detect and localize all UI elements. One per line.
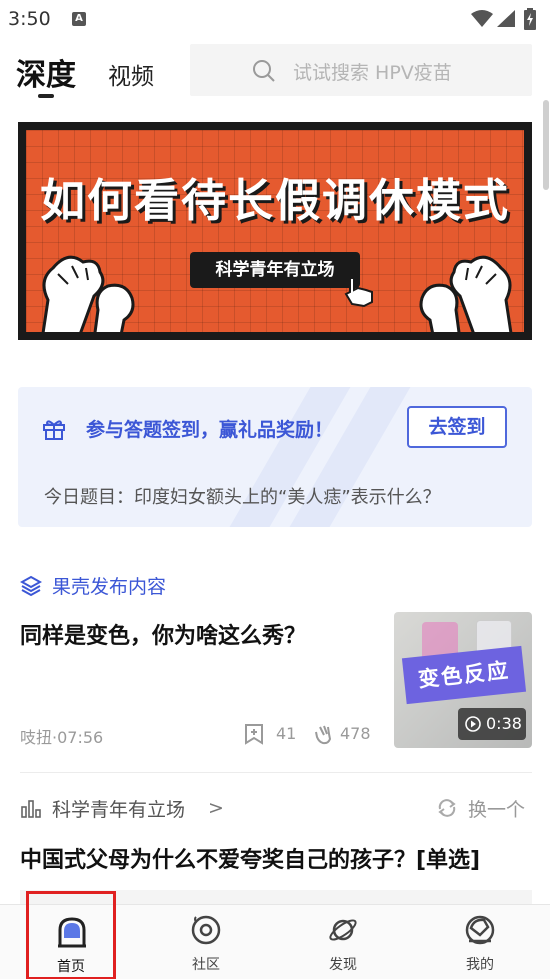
- bottom-navigation: 首页 社区 发现 我的: [0, 891, 550, 979]
- nav-item-profile[interactable]: 我的: [437, 905, 523, 979]
- article-author-time: 吱扭·07:56: [20, 728, 104, 747]
- bar-chart-icon: [21, 800, 41, 818]
- scrollbar[interactable]: [543, 100, 549, 190]
- battery-icon: [524, 8, 536, 30]
- notification-a-icon: A: [72, 12, 86, 26]
- layers-icon: [20, 575, 42, 597]
- nav-label-discover: 发现: [329, 957, 357, 973]
- poll-title[interactable]: 中国式父母为什么不爱夸奖自己的孩子？[单选]: [20, 842, 480, 874]
- discover-planet-icon: [329, 919, 357, 941]
- nav-label-profile: 我的: [466, 957, 494, 973]
- nav-item-community[interactable]: 社区: [163, 905, 249, 979]
- status-time: 3:50: [8, 8, 51, 30]
- thumbnail-caption: 变色反应: [401, 645, 527, 705]
- search-input[interactable]: 试试搜索 HPV疫苗: [190, 44, 532, 96]
- swap-label: 换一个: [468, 799, 526, 821]
- raised-fist-left-icon: [41, 255, 135, 332]
- feed-source-label: 果壳发布内容: [52, 576, 167, 598]
- video-thumbnail[interactable]: 变色反应 0:38: [394, 612, 532, 748]
- like-count: 478: [340, 724, 371, 743]
- chevron-right-icon: >: [208, 797, 224, 819]
- play-circle-icon: [465, 716, 481, 732]
- home-helmet-icon: [58, 917, 86, 948]
- nav-label-community: 社区: [192, 957, 220, 973]
- promo-banner[interactable]: 如何看待长假调休模式 科学青年有立场: [18, 122, 532, 340]
- nav-label-home: 首页: [57, 959, 85, 975]
- wifi-icon: [471, 10, 493, 27]
- nav-item-home[interactable]: 首页: [26, 891, 116, 979]
- profile-helmet-icon: [465, 915, 495, 945]
- community-disc-icon: [191, 915, 221, 945]
- feed-divider: [20, 772, 532, 773]
- tab-depth[interactable]: 深度: [16, 50, 76, 94]
- gift-icon: [43, 420, 65, 440]
- video-duration-badge: 0:38: [458, 708, 526, 740]
- tab-video[interactable]: 视频: [108, 57, 154, 91]
- status-bar: 3:50 A: [0, 0, 550, 38]
- banner-tag: 科学青年有立场: [190, 252, 360, 288]
- search-icon: [253, 60, 275, 82]
- clap-hands-icon[interactable]: [314, 723, 336, 745]
- top-header: 深度 视频 试试搜索 HPV疫苗: [0, 40, 550, 102]
- article-title[interactable]: 同样是变色，你为啥这么秀？: [20, 618, 306, 650]
- poll-source-label: 科学青年有立场: [52, 799, 186, 821]
- video-duration: 0:38: [486, 714, 522, 733]
- bookmark-add-icon[interactable]: [244, 723, 264, 745]
- save-count: 41: [276, 724, 297, 743]
- daily-signin-card[interactable]: 参与答题签到，赢礼品奖励！ 去签到 今日题目：印度妇女额头上的“美人痣”表示什么…: [18, 387, 532, 527]
- signal-icon: [497, 10, 515, 27]
- active-tab-indicator: [38, 94, 54, 98]
- pointing-hand-icon: [344, 277, 373, 308]
- signin-button[interactable]: 去签到: [407, 406, 507, 448]
- nav-item-discover[interactable]: 发现: [300, 905, 386, 979]
- refresh-icon: [438, 799, 456, 817]
- banner-title: 如何看待长假调休模式: [39, 174, 510, 227]
- search-placeholder: 试试搜索 HPV疫苗: [293, 62, 452, 84]
- daily-question[interactable]: 今日题目：印度妇女额头上的“美人痣”表示什么？: [44, 483, 441, 509]
- signin-promo-text: 参与答题签到，赢礼品奖励！: [86, 419, 334, 441]
- raised-fist-right-icon: [419, 255, 513, 332]
